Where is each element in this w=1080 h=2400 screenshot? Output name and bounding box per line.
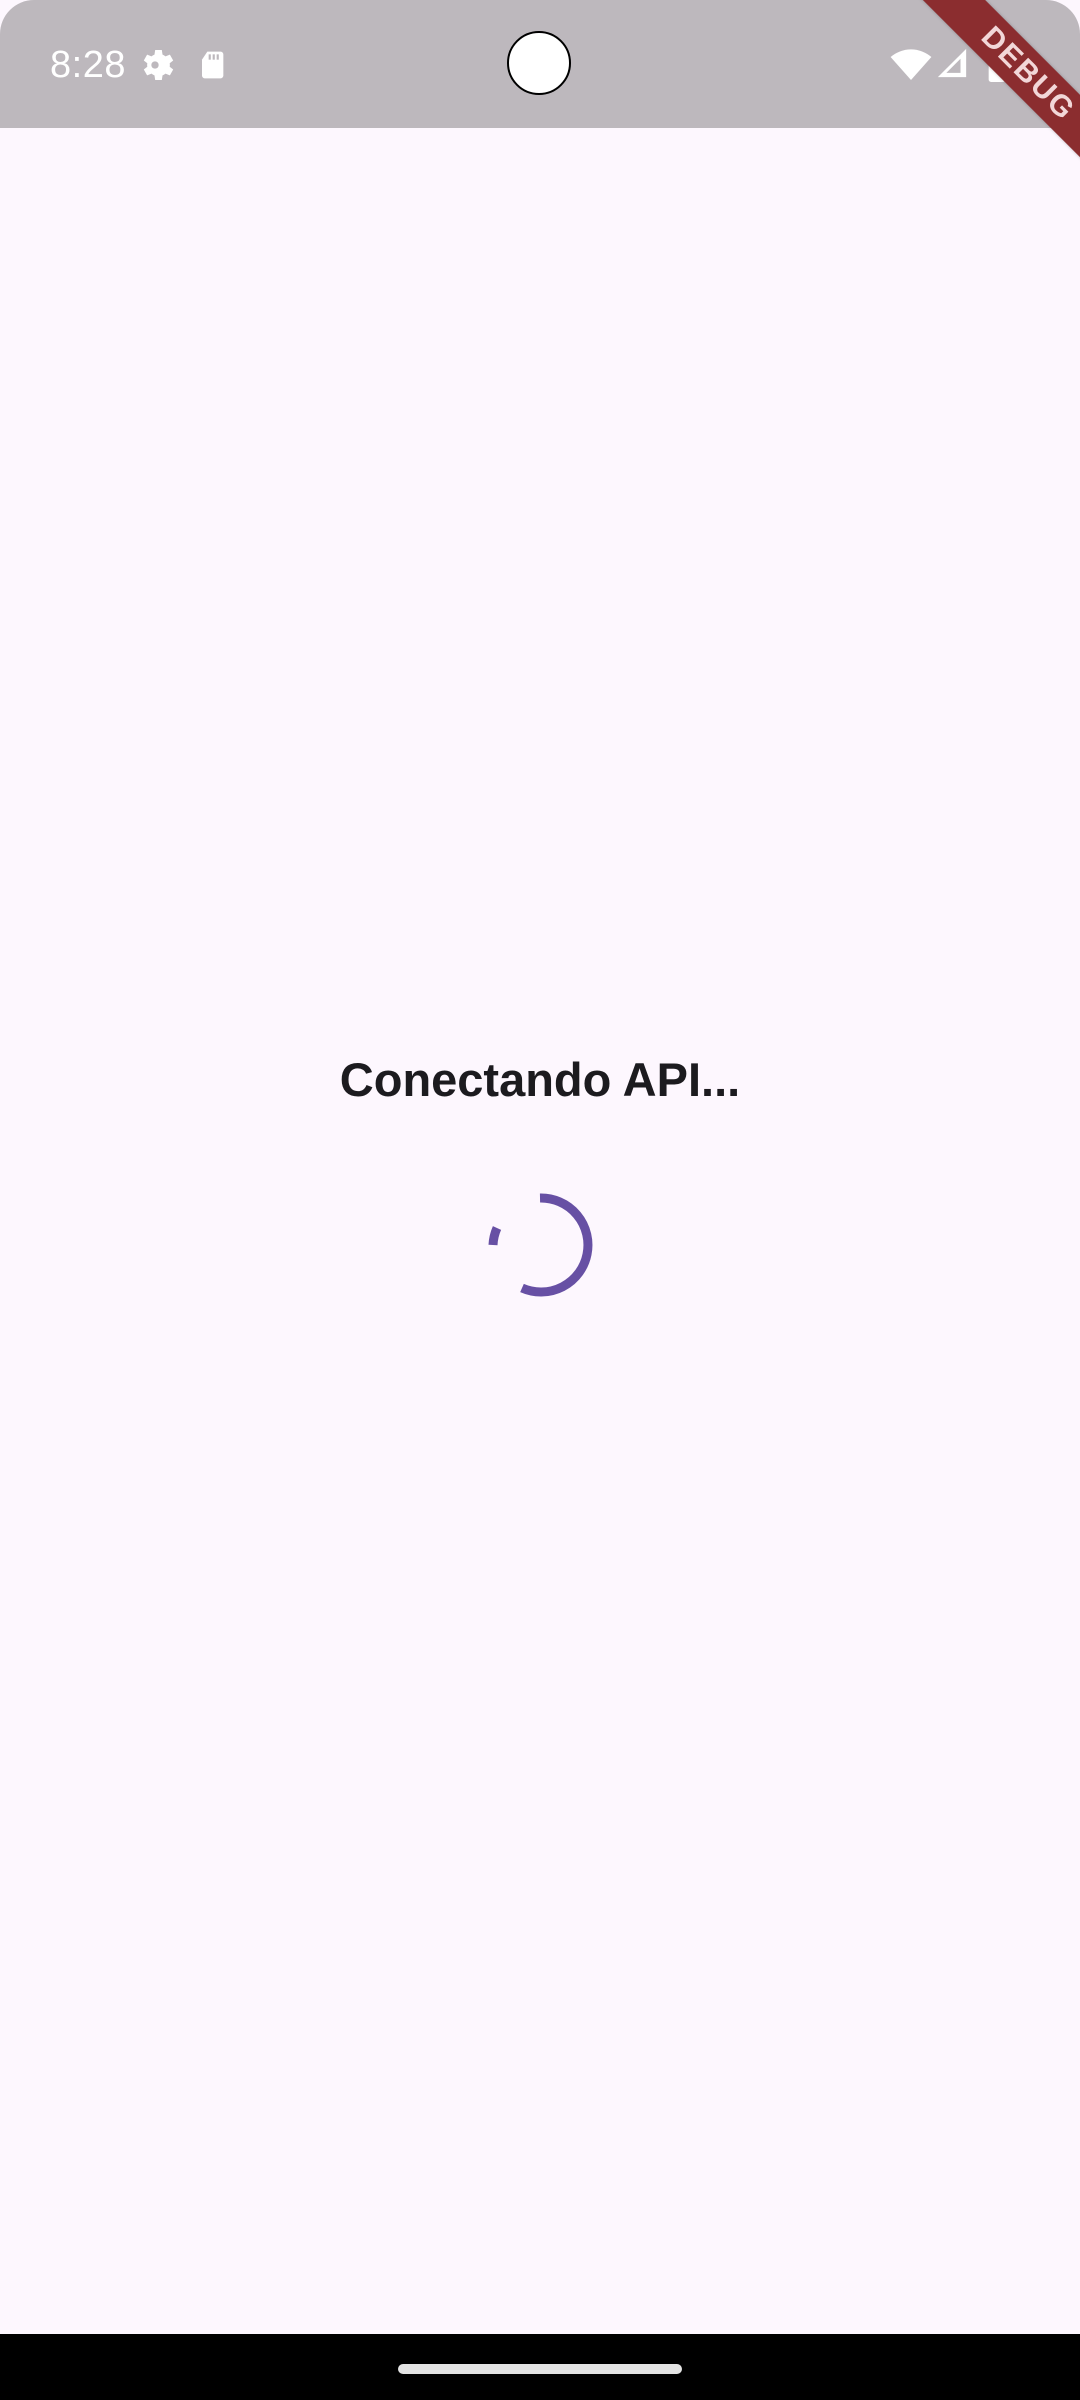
- gear-icon: [143, 49, 174, 81]
- sd-card-icon: [202, 51, 224, 79]
- loading-spinner-icon: [488, 1193, 593, 1297]
- loading-spinner: [485, 1190, 595, 1300]
- home-indicator[interactable]: [398, 2364, 682, 2374]
- wifi-icon: [890, 49, 932, 80]
- loading-title: Conectando API...: [339, 1053, 741, 1106]
- status-time: 8:28: [50, 44, 126, 86]
- status-bar: 8:28 DEBUG: [0, 0, 1080, 217]
- debug-banner: DEBUG: [885, 0, 1080, 217]
- signal-icon: [937, 48, 967, 78]
- app-screen: 8:28 DEBUG Conectando API...: [0, 0, 1080, 2400]
- camera-cutout: [507, 31, 571, 95]
